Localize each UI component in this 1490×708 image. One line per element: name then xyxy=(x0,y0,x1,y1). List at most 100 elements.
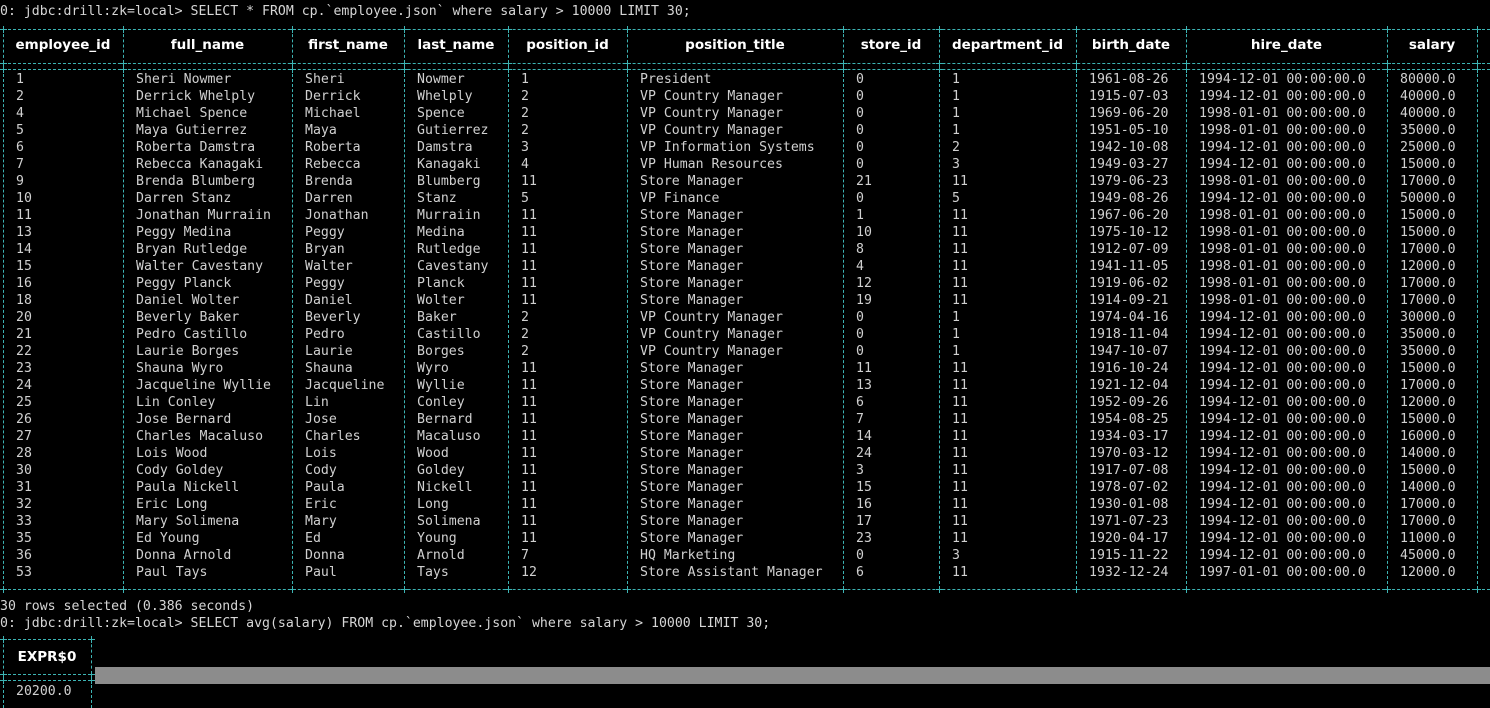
table1-cell-position-id: 2 xyxy=(521,310,529,325)
table1-header-hire-date[interactable]: hire_date xyxy=(1188,37,1385,54)
table1-cell-first-name: Jose xyxy=(305,412,337,427)
table1-cell-last-name: Tays xyxy=(417,565,449,580)
table1-cell-full-name: Darren Stanz xyxy=(136,191,232,206)
table1-cell-salary: 17000.0 xyxy=(1400,378,1456,393)
table1-cell-full-name: Peggy Medina xyxy=(136,225,232,240)
table1-cell-salary: 25000.0 xyxy=(1400,140,1456,155)
table1-cell-birth-date: 1970-03-12 xyxy=(1089,446,1169,461)
table1-cell-hire-date: 1994-12-01 00:00:00.0 xyxy=(1199,140,1366,155)
table1-cell-department-id: 11 xyxy=(952,497,968,512)
table1-border-joint xyxy=(289,586,296,593)
table1-cell-salary: 15000.0 xyxy=(1400,463,1456,478)
table1-cell-last-name: Wolter xyxy=(417,293,465,308)
table1-cell-last-name: Murraiin xyxy=(417,208,481,223)
table1-cell-birth-date: 1961-08-26 xyxy=(1089,72,1169,87)
table1-cell-position-title: Store Manager xyxy=(640,497,744,512)
table1-border-v xyxy=(3,69,4,589)
table1-cell-department-id: 11 xyxy=(952,293,968,308)
table1-cell-birth-date: 1915-07-03 xyxy=(1089,89,1169,104)
table1-header-store-id[interactable]: store_id xyxy=(845,37,937,54)
table1-cell-department-id: 11 xyxy=(952,225,968,240)
table1-cell-last-name: Goldey xyxy=(417,463,465,478)
table1-cell-first-name: Maya xyxy=(305,123,337,138)
table1-cell-full-name: Rebecca Kanagaki xyxy=(136,157,264,172)
table1-header-employee-id[interactable]: employee_id xyxy=(5,37,121,54)
horizontal-scrollbar[interactable] xyxy=(95,667,1490,684)
table1-border-joint xyxy=(289,26,296,33)
table1-cell-department-id: 11 xyxy=(952,531,968,546)
table1-border-v xyxy=(508,29,509,63)
table1-cell-full-name: Paula Nickell xyxy=(136,480,240,495)
table1-cell-position-id: 11 xyxy=(521,480,537,495)
table1-cell-employee-id: 10 xyxy=(16,191,32,206)
table1-border-v xyxy=(1186,29,1187,63)
table1-cell-last-name: Wyllie xyxy=(417,378,465,393)
table1-border-v xyxy=(939,69,940,589)
table1-cell-first-name: Donna xyxy=(305,548,345,563)
table1-header-full-name[interactable]: full_name xyxy=(125,37,290,54)
table1-cell-full-name: Lin Conley xyxy=(136,395,216,410)
table1-header-birth-date[interactable]: birth_date xyxy=(1078,37,1184,54)
table1-cell-store-id: 16 xyxy=(856,497,872,512)
table1-cell-last-name: Planck xyxy=(417,276,465,291)
table2-border-joint xyxy=(0,636,7,643)
table2-border-v xyxy=(91,680,92,708)
table1-cell-full-name: Paul Tays xyxy=(136,565,208,580)
table1-cell-first-name: Beverly xyxy=(305,310,361,325)
table1-cell-full-name: Donna Arnold xyxy=(136,548,232,563)
table1-cell-store-id: 6 xyxy=(856,565,864,580)
table1-border-h xyxy=(3,589,1490,590)
table1-border-joint xyxy=(505,586,512,593)
table1-cell-birth-date: 1916-10-24 xyxy=(1089,361,1169,376)
table1-cell-first-name: Ed xyxy=(305,531,321,546)
table1-cell-position-title: Store Manager xyxy=(640,395,744,410)
table1-cell-birth-date: 1974-04-16 xyxy=(1089,310,1169,325)
table1-header-last-name[interactable]: last_name xyxy=(406,37,506,54)
table1-cell-full-name: Maya Gutierrez xyxy=(136,123,248,138)
table1-header-salary[interactable]: salary xyxy=(1389,37,1475,54)
table1-cell-employee-id: 14 xyxy=(16,242,32,257)
table1-cell-store-id: 0 xyxy=(856,106,864,121)
table1-cell-last-name: Macaluso xyxy=(417,429,481,444)
table1-cell-department-id: 1 xyxy=(952,123,960,138)
table2-header-expr-0[interactable]: EXPR$0 xyxy=(5,649,89,666)
table1-cell-salary: 12000.0 xyxy=(1400,395,1456,410)
table1-cell-first-name: Walter xyxy=(305,259,353,274)
table1-header-department-id[interactable]: department_id xyxy=(941,37,1074,54)
table2-border-h xyxy=(3,639,91,640)
table1-cell-hire-date: 1994-12-01 00:00:00.0 xyxy=(1199,191,1366,206)
table1-cell-store-id: 23 xyxy=(856,531,872,546)
table1-cell-employee-id: 25 xyxy=(16,395,32,410)
table1-border-joint xyxy=(401,586,408,593)
table1-border-joint xyxy=(1073,26,1080,33)
table1-border-v xyxy=(123,29,124,63)
table1-cell-employee-id: 26 xyxy=(16,412,32,427)
table1-cell-last-name: Baker xyxy=(417,310,457,325)
table1-cell-first-name: Darren xyxy=(305,191,353,206)
table1-cell-hire-date: 1994-12-01 00:00:00.0 xyxy=(1199,480,1366,495)
table1-cell-salary: 15000.0 xyxy=(1400,208,1456,223)
table1-border-v xyxy=(1477,69,1478,589)
table1-cell-hire-date: 1994-12-01 00:00:00.0 xyxy=(1199,72,1366,87)
table1-cell-full-name: Cody Goldey xyxy=(136,463,224,478)
query-line-1: 0: jdbc:drill:zk=local> SELECT * FROM cp… xyxy=(0,4,691,19)
table1-cell-hire-date: 1998-01-01 00:00:00.0 xyxy=(1199,242,1366,257)
table1-header-first-name[interactable]: first_name xyxy=(294,37,402,54)
table1-cell-birth-date: 1914-09-21 xyxy=(1089,293,1169,308)
table1-cell-last-name: Conley xyxy=(417,395,465,410)
table1-cell-department-id: 11 xyxy=(952,208,968,223)
table1-cell-position-id: 2 xyxy=(521,123,529,138)
table1-header-position-id[interactable]: position_id xyxy=(510,37,625,54)
table1-cell-department-id: 3 xyxy=(952,157,960,172)
table1-header-s[interactable]: s xyxy=(1479,37,1490,54)
table1-cell-position-id: 11 xyxy=(521,446,537,461)
table1-border-v xyxy=(123,69,124,589)
table1-cell-hire-date: 1994-12-01 00:00:00.0 xyxy=(1199,531,1366,546)
table1-cell-store-id: 0 xyxy=(856,548,864,563)
table1-cell-store-id: 10 xyxy=(856,225,872,240)
table1-cell-salary: 17000.0 xyxy=(1400,293,1456,308)
table1-header-position-title[interactable]: position_title xyxy=(629,37,841,54)
table1-cell-salary: 30000.0 xyxy=(1400,310,1456,325)
table1-cell-first-name: Lin xyxy=(305,395,329,410)
table1-cell-position-title: VP Information Systems xyxy=(640,140,815,155)
